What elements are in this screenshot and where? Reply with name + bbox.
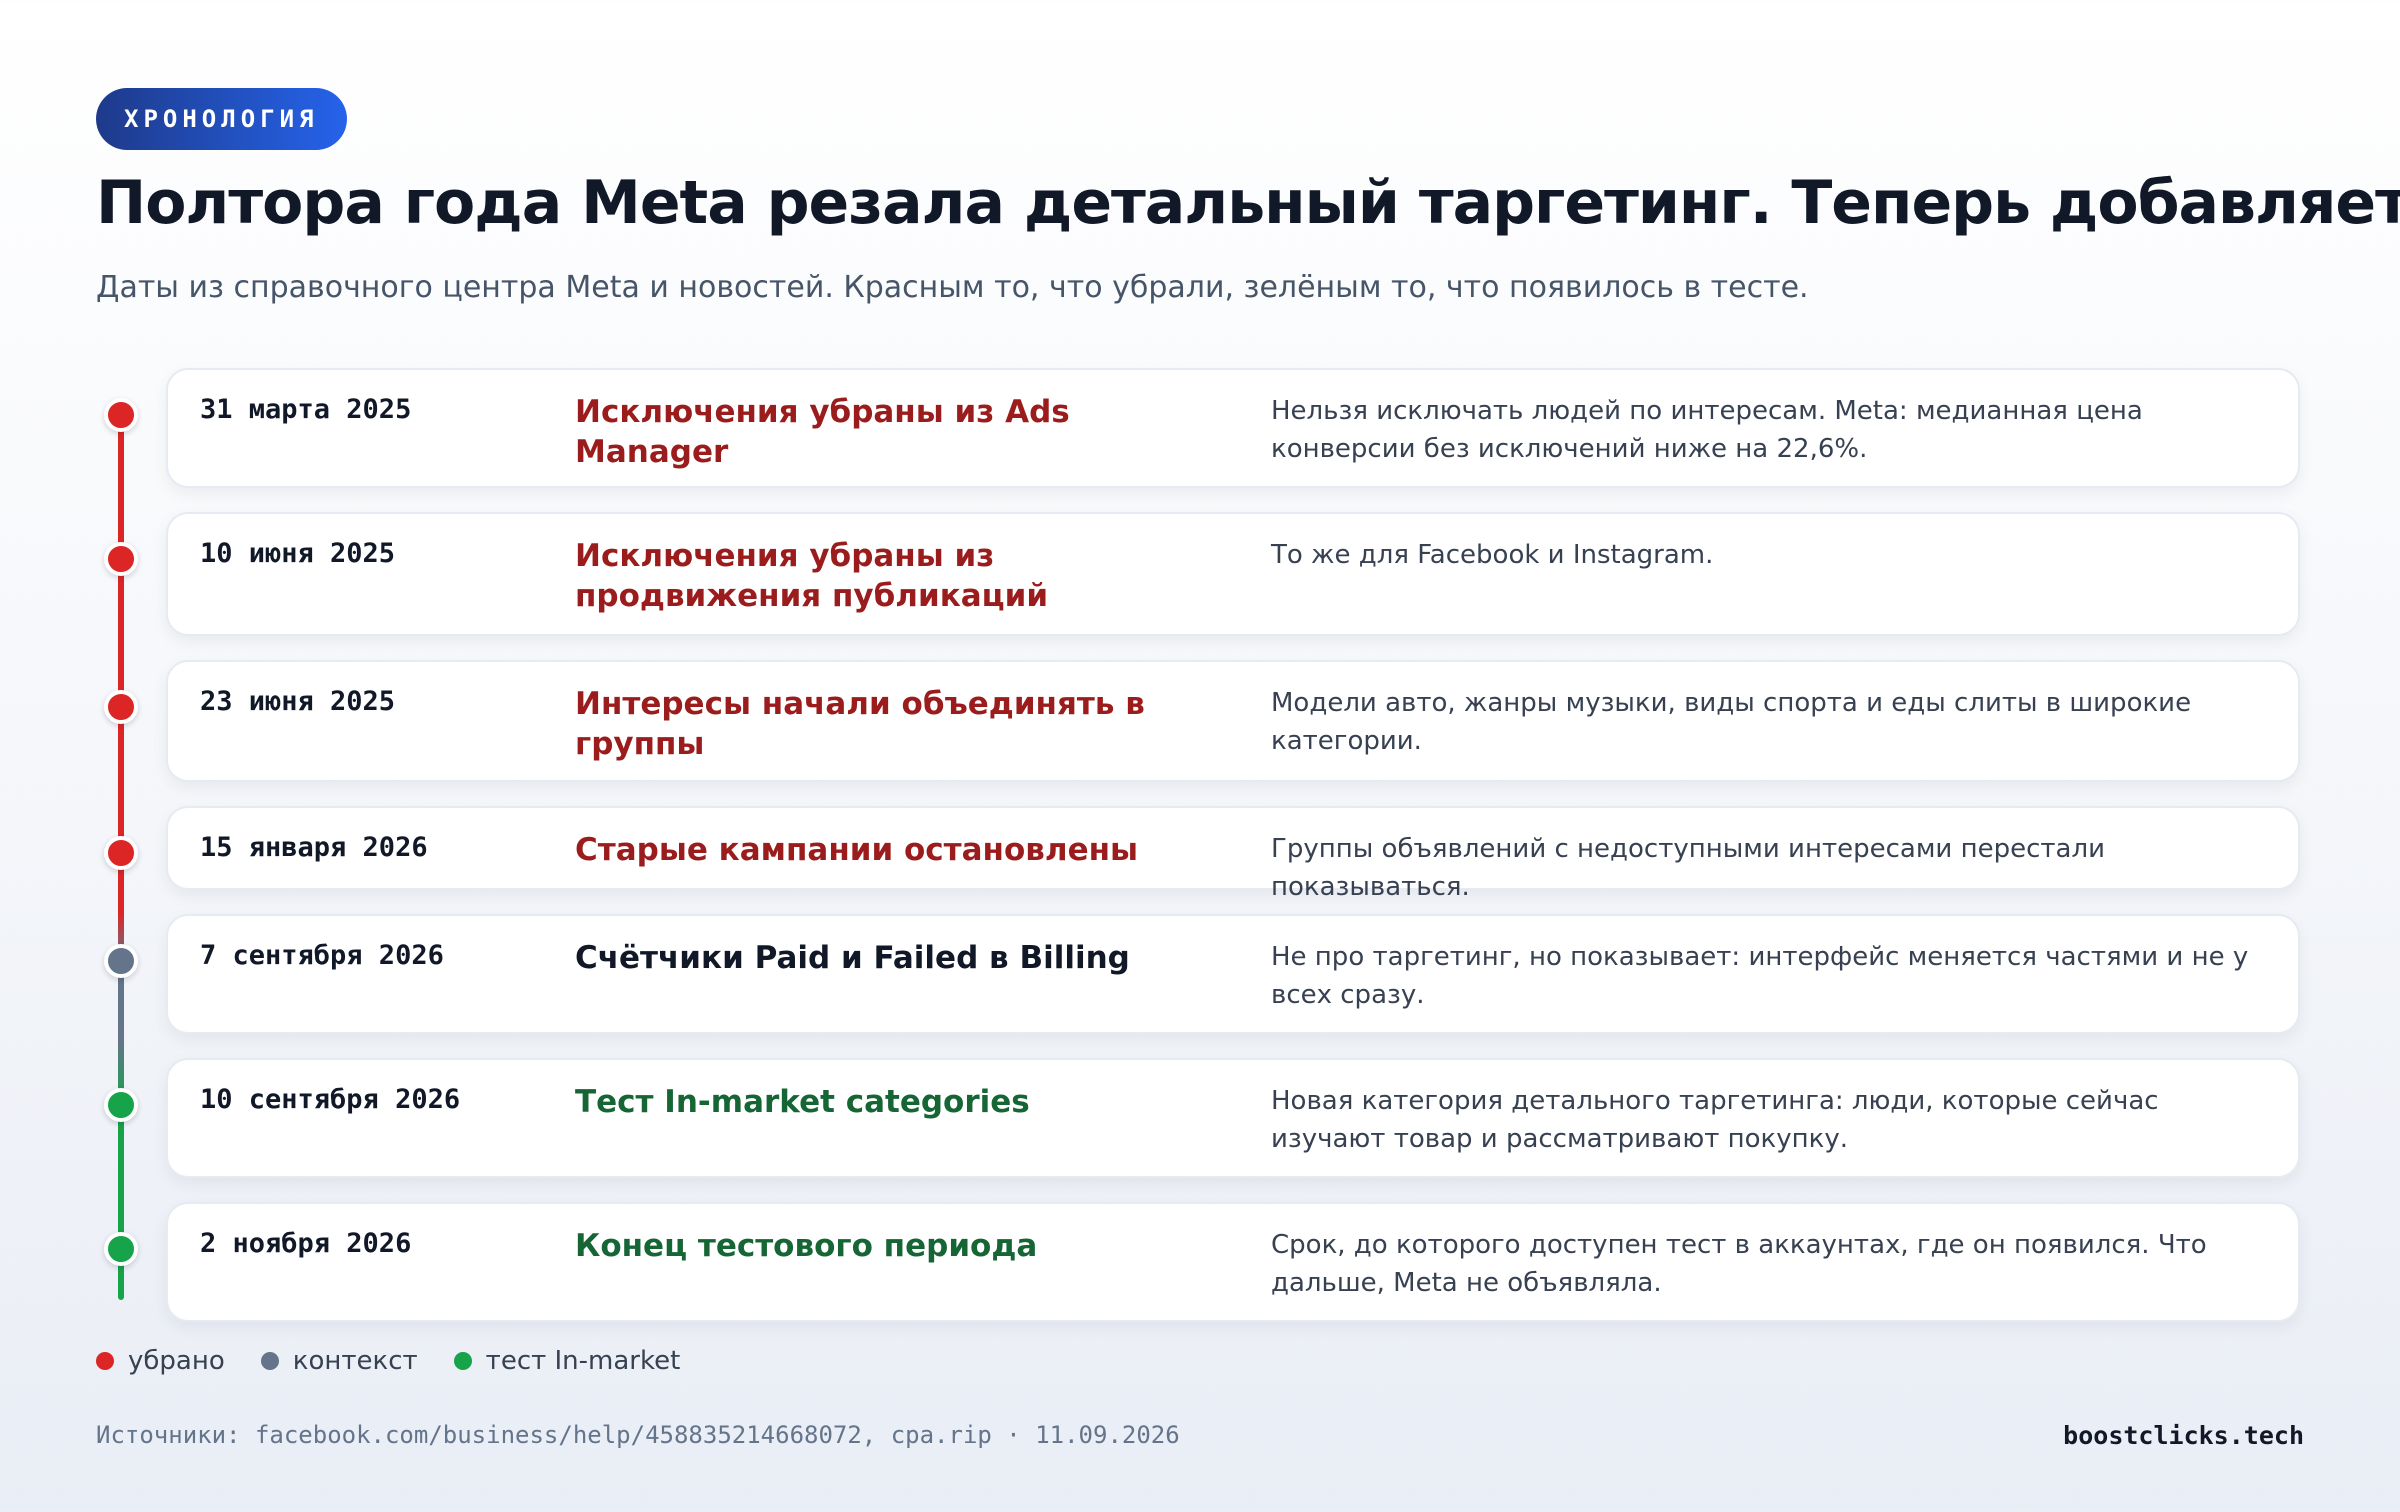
timeline-segment <box>118 1105 124 1249</box>
legend-dot-icon <box>453 1352 472 1370</box>
brand-footer: boostclicks.tech <box>2063 1421 2304 1450</box>
timeline-event-card: 23 июня 2025 Интересы начали объединять … <box>166 660 2300 782</box>
timeline-event-card: 2 ноября 2026 Конец тестового периода Ср… <box>166 1202 2300 1322</box>
event-date: 10 сентября 2026 <box>200 1084 461 1115</box>
event-description: Нельзя исключать людей по интересам. Met… <box>1271 396 2143 464</box>
legend-label: контекст <box>292 1346 418 1376</box>
timeline-segment <box>118 961 124 1105</box>
event-description: Срок, до которого доступен тест в аккаун… <box>1271 1230 2207 1298</box>
timeline-dot <box>104 944 138 978</box>
event-description: Новая категория детального таргетинга: л… <box>1271 1086 2159 1154</box>
timeline-dot <box>104 690 138 724</box>
timeline-event-card: 15 января 2026 Старые кампании остановле… <box>166 806 2300 902</box>
timeline-segment <box>118 707 124 853</box>
event-date: 23 июня 2025 <box>200 686 396 717</box>
event-description: То же для Facebook и Instagram. <box>1271 540 1714 570</box>
legend-dot-icon <box>96 1352 114 1370</box>
event-title: Старые кампании остановлены <box>575 832 1139 868</box>
event-description: Модели авто, жанры музыки, виды спорта и… <box>1271 688 2192 756</box>
event-title: Интересы начали объединять в группы <box>575 686 1145 762</box>
page-title: Полтора года Meta резала детальный тарге… <box>96 168 2400 238</box>
event-date: 2 ноября 2026 <box>200 1228 412 1259</box>
timeline-segment <box>118 559 124 707</box>
section-badge: ХРОНОЛОГИЯ <box>96 88 347 150</box>
timeline-dot <box>104 542 138 576</box>
event-title: Конец тестового периода <box>575 1228 1038 1264</box>
event-description: Группы объявлений с недоступными интерес… <box>1271 834 2105 902</box>
timeline-event-card: 7 сентября 2026 Счётчики Paid и Failed в… <box>166 914 2300 1034</box>
event-description: Не про таргетинг, но показывает: интерфе… <box>1271 942 2249 1010</box>
event-title: Тест In-market categories <box>575 1084 1030 1120</box>
legend-label: убрано <box>128 1346 225 1376</box>
event-date: 7 сентября 2026 <box>200 940 444 971</box>
sources-footer: Источники: facebook.com/business/help/45… <box>96 1421 1180 1449</box>
legend-item-test: тест In-market <box>453 1346 681 1376</box>
page: ХРОНОЛОГИЯ Полтора года Meta резала дета… <box>0 0 2400 1512</box>
legend-item-context: контекст <box>260 1346 418 1376</box>
event-title: Счётчики Paid и Failed в Billing <box>575 940 1130 976</box>
timeline-dot <box>104 398 138 432</box>
legend: убрано контекст тест In-market <box>96 1346 716 1376</box>
timeline-event-card: 10 июня 2025 Исключения убраны из продви… <box>166 512 2300 636</box>
timeline-dot <box>104 836 138 870</box>
event-date: 31 марта 2025 <box>200 394 412 425</box>
event-title: Исключения убраны из Ads Manager <box>575 394 1070 470</box>
legend-item-removed: убрано <box>96 1346 225 1376</box>
timeline-event-card: 31 марта 2025 Исключения убраны из Ads M… <box>166 368 2300 488</box>
timeline-segment <box>118 415 124 559</box>
event-date: 15 января 2026 <box>200 832 428 863</box>
timeline-dot <box>104 1232 138 1266</box>
timeline-event-card: 10 сентября 2026 Тест In-market categori… <box>166 1058 2300 1178</box>
timeline-dot <box>104 1088 138 1122</box>
legend-dot-icon <box>260 1352 279 1370</box>
legend-label: тест In-market <box>485 1346 681 1376</box>
event-date: 10 июня 2025 <box>200 538 396 569</box>
event-title: Исключения убраны из продвижения публика… <box>575 538 1049 614</box>
page-subtitle: Даты из справочного центра Meta и новост… <box>96 270 1809 305</box>
